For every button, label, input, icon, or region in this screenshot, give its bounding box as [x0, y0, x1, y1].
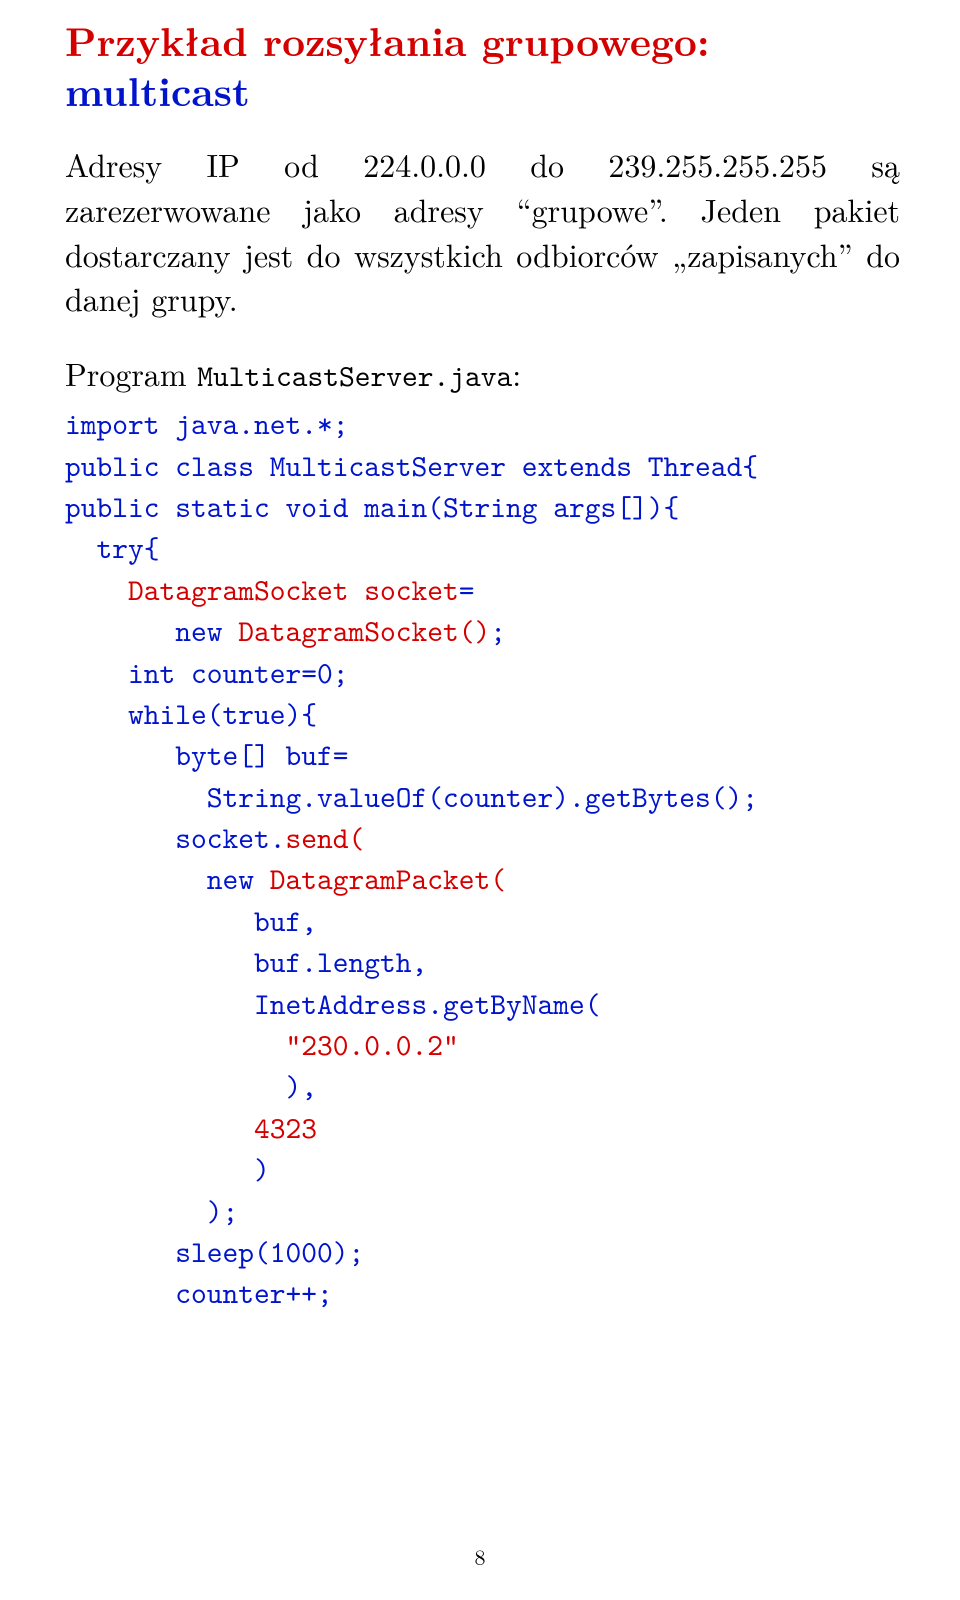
code-line: new DatagramSocket(); [65, 612, 506, 651]
code-line: socket.send( [65, 819, 364, 858]
title-blue: multicast [65, 61, 250, 118]
page-title: Przykład rozsyłania grupowego: multicast [65, 15, 900, 115]
code-line: int counter=0; [65, 654, 349, 693]
code-line: public static void main(String args[]){ [65, 488, 679, 527]
code-line: public class MulticastServer extends Thr… [65, 447, 758, 486]
program-intro: Program MulticastServer.java: [65, 352, 900, 398]
code-line: 4323 [65, 1109, 317, 1148]
code-line: try{ [65, 529, 160, 568]
code-line: "230.0.0.2" [65, 1026, 459, 1065]
program-intro-text: Program [65, 351, 197, 396]
title-red: Przykład rozsyłania grupowego: [65, 11, 710, 68]
code-line: sleep(1000); [65, 1233, 364, 1272]
code-line: String.valueOf(counter).getBytes(); [65, 778, 758, 817]
page-container: Przykład rozsyłania grupowego: multicast… [0, 0, 960, 1315]
code-line: counter++; [65, 1274, 333, 1313]
code-line: while(true){ [65, 695, 317, 734]
code-line: ), [65, 1067, 317, 1106]
program-intro-colon: : [512, 351, 521, 396]
code-block: import java.net.*; public class Multicas… [65, 404, 900, 1315]
code-line: buf, [65, 902, 317, 941]
code-line: InetAddress.getByName( [65, 985, 601, 1024]
page-number: 8 [0, 1541, 960, 1572]
code-line: import java.net.*; [65, 405, 349, 444]
code-line: buf.length, [65, 943, 427, 982]
program-filename: MulticastServer.java [197, 357, 512, 396]
code-line: byte[] buf= [65, 736, 349, 775]
code-line: new DatagramPacket( [65, 860, 506, 899]
code-line: ) [65, 1150, 270, 1189]
code-line: ); [65, 1192, 238, 1231]
code-line: DatagramSocket socket= [65, 571, 475, 610]
intro-paragraph: Adresy IP od 224.0.0.0 do 239.255.255.25… [65, 143, 900, 322]
